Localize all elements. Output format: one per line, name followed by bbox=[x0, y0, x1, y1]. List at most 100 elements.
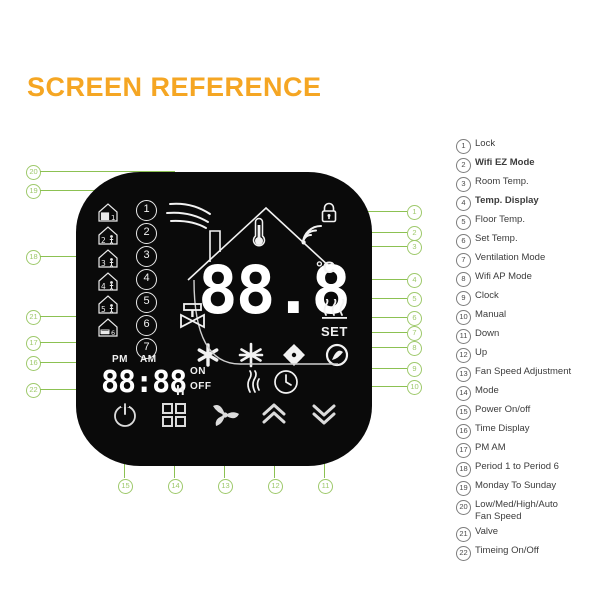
callout-21: 21 bbox=[26, 310, 41, 325]
legend-item-18: 18 Period 1 to Period 6 bbox=[456, 461, 600, 477]
legend-item-19: 19 Monday To Sunday bbox=[456, 480, 600, 496]
time-display-value: 88:88 bbox=[101, 365, 187, 400]
legend-number-6: 6 bbox=[456, 234, 471, 249]
callout-18: 18 bbox=[26, 250, 41, 265]
clock-icon bbox=[274, 370, 298, 394]
legend-label-21: Valve bbox=[475, 526, 499, 537]
pm-label: PM bbox=[112, 354, 128, 365]
on-label: ON bbox=[190, 366, 206, 377]
legend-number-3: 3 bbox=[456, 177, 471, 192]
callout-9: 9 bbox=[407, 362, 422, 377]
legend-label-6: Set Temp. bbox=[475, 233, 518, 244]
callout-20: 20 bbox=[26, 165, 41, 180]
legend-label-1: Lock bbox=[475, 138, 496, 149]
svg-text:1: 1 bbox=[111, 214, 115, 222]
lcd-pointer-4: 4 bbox=[136, 269, 157, 290]
legend-item-14: 14 Mode bbox=[456, 385, 600, 401]
legend-item-6: 6 Set Temp. bbox=[456, 233, 600, 249]
legend-label-14: Mode bbox=[475, 385, 499, 396]
period-3-icon: 3 bbox=[98, 249, 118, 268]
valve-icon bbox=[180, 303, 205, 329]
legend-number-14: 14 bbox=[456, 386, 471, 401]
legend-number-15: 15 bbox=[456, 405, 471, 420]
legend-label-22: Timeing On/Off bbox=[475, 545, 539, 556]
callout-16: 16 bbox=[26, 356, 41, 371]
period-4-icon: 4 bbox=[98, 272, 118, 291]
period-1-icon: 1 bbox=[98, 203, 118, 222]
legend-item-15: 15 Power On/off bbox=[456, 404, 600, 420]
period-5-icon: 5 bbox=[98, 295, 118, 314]
callout-4: 4 bbox=[407, 273, 422, 288]
svg-text:2: 2 bbox=[101, 236, 106, 245]
callout-22: 22 bbox=[26, 383, 41, 398]
lcd-pointer-3: 3 bbox=[136, 246, 157, 267]
legend-item-5: 5 Floor Temp. bbox=[456, 214, 600, 230]
legend-item-16: 16 Time Display bbox=[456, 423, 600, 439]
callout-13: 13 bbox=[218, 479, 233, 494]
legend-number-11: 11 bbox=[456, 329, 471, 344]
legend-label-17: PM AM bbox=[475, 442, 506, 453]
legend-number-17: 17 bbox=[456, 443, 471, 458]
hour-suffix-label: h bbox=[176, 382, 186, 398]
fan-speed-button[interactable] bbox=[209, 400, 241, 430]
legend-item-4: 4 Temp. Display bbox=[456, 195, 600, 211]
legend-item-22: 22 Timeing On/Off bbox=[456, 545, 600, 561]
callout-5: 5 bbox=[407, 292, 422, 307]
callout-7: 7 bbox=[407, 326, 422, 341]
legend-number-13: 13 bbox=[456, 367, 471, 382]
up-button[interactable] bbox=[260, 402, 288, 426]
power-button[interactable] bbox=[110, 400, 140, 430]
legend-item-12: 12 Up bbox=[456, 347, 600, 363]
callout-10: 10 bbox=[407, 380, 422, 395]
legend-number-7: 7 bbox=[456, 253, 471, 268]
flame-icon bbox=[247, 370, 260, 393]
legend-item-17: 17 PM AM bbox=[456, 442, 600, 458]
legend-label-20: Low/Med/High/Auto Fan Speed bbox=[475, 499, 558, 522]
lcd-pointer-1: 1 bbox=[136, 200, 157, 221]
down-button[interactable] bbox=[310, 402, 338, 426]
legend-label-15: Power On/off bbox=[475, 404, 531, 415]
callout-6: 6 bbox=[407, 311, 422, 326]
legend-label-4: Temp. Display bbox=[475, 195, 539, 206]
legend-number-19: 19 bbox=[456, 481, 471, 496]
mode-button[interactable] bbox=[160, 401, 188, 429]
legend-item-7: 7 Ventilation Mode bbox=[456, 252, 600, 268]
svg-text:6: 6 bbox=[111, 329, 115, 337]
legend-item-20: 20 Low/Med/High/Auto Fan Speed bbox=[456, 499, 600, 523]
callout-17: 17 bbox=[26, 336, 41, 351]
lcd-pointer-6: 6 bbox=[136, 315, 157, 336]
callout-8: 8 bbox=[407, 341, 422, 356]
legend-label-16: Time Display bbox=[475, 423, 530, 434]
callout-15: 15 bbox=[118, 479, 133, 494]
legend-label-13: Fan Speed Adjustment bbox=[475, 366, 572, 377]
page-title: SCREEN REFERENCE bbox=[27, 72, 322, 102]
thermostat-device[interactable]: 1 2 3 4 5 6 1 2 3 4 5 6 7 88.8 °C SET PM… bbox=[76, 172, 372, 466]
callout-14: 14 bbox=[168, 479, 183, 494]
legend-label-18: Period 1 to Period 6 bbox=[475, 461, 559, 472]
wifi-signal-icon bbox=[301, 224, 323, 245]
period-6-icon: 6 bbox=[98, 318, 118, 337]
legend-number-8: 8 bbox=[456, 272, 471, 287]
legend-label-3: Room Temp. bbox=[475, 176, 529, 187]
legend-item-11: 11 Down bbox=[456, 328, 600, 344]
legend-label-9: Clock bbox=[475, 290, 499, 301]
legend-number-9: 9 bbox=[456, 291, 471, 306]
lcd-pointer-2: 2 bbox=[136, 223, 157, 244]
legend-item-8: 8 Wifi AP Mode bbox=[456, 271, 600, 287]
legend-number-1: 1 bbox=[456, 139, 471, 154]
legend-number-18: 18 bbox=[456, 462, 471, 477]
lock-icon bbox=[321, 202, 337, 223]
legend-number-5: 5 bbox=[456, 215, 471, 230]
legend-number-4: 4 bbox=[456, 196, 471, 211]
legend-label-7: Ventilation Mode bbox=[475, 252, 546, 263]
period-2-icon: 2 bbox=[98, 226, 118, 245]
off-label: OFF bbox=[190, 381, 212, 392]
legend-item-1: 1 Lock bbox=[456, 138, 600, 154]
legend-number-20: 20 bbox=[456, 500, 471, 515]
screen-reference-page: SCREEN REFERENCE 20 19 18 21 17 16 22 1 … bbox=[0, 0, 600, 600]
legend-label-19: Monday To Sunday bbox=[475, 480, 557, 491]
legend-number-21: 21 bbox=[456, 527, 471, 542]
legend-label-5: Floor Temp. bbox=[475, 214, 525, 225]
callout-3: 3 bbox=[407, 240, 422, 255]
legend-label-2: Wifi EZ Mode bbox=[475, 157, 535, 168]
